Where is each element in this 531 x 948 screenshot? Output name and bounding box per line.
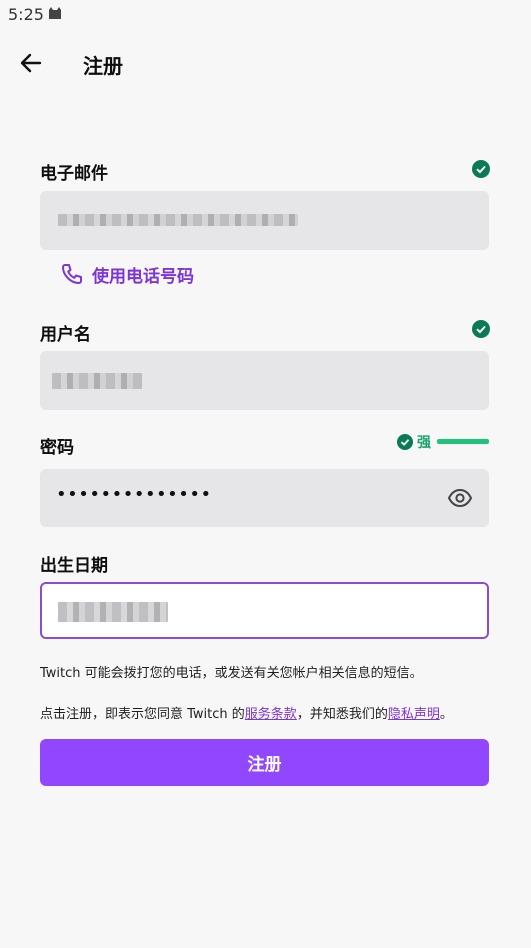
show-password-eye-icon[interactable] (447, 487, 473, 509)
password-strength: 强 (397, 432, 431, 452)
phone-icon (62, 264, 82, 284)
email-field[interactable] (40, 191, 489, 250)
cat-icon (49, 7, 61, 19)
terms-suffix: 。 (439, 707, 453, 722)
terms-of-service-link[interactable]: 服务条款 (245, 707, 297, 722)
privacy-notice-link[interactable]: 隐私声明 (388, 707, 440, 722)
register-button[interactable]: 注册 (40, 739, 489, 786)
username-field[interactable] (40, 351, 489, 410)
password-label: 密码 (40, 438, 74, 458)
back-arrow-icon (20, 53, 42, 73)
email-valid-check-icon (472, 160, 490, 178)
email-value-redacted (58, 214, 298, 226)
terms-prefix: 点击注册，即表示您同意 Twitch 的 (40, 707, 245, 722)
username-value-redacted (52, 373, 142, 389)
strength-check-icon (397, 434, 413, 450)
use-phone-link-label: 使用电话号码 (92, 266, 194, 287)
password-strength-bar (437, 439, 489, 444)
email-label: 电子邮件 (40, 164, 108, 184)
call-notice-text: Twitch 可能会拨打您的电话，或发送有关您帐户相关信息的短信。 (40, 666, 423, 681)
username-label: 用户名 (40, 325, 91, 345)
terms-middle: ，并知悉我们的 (296, 707, 388, 722)
birthdate-field[interactable] (40, 582, 489, 639)
back-button[interactable] (14, 46, 48, 80)
birthdate-label: 出生日期 (40, 556, 108, 576)
app-bar: 注册 (0, 38, 531, 86)
password-value: •••••••••••••• (56, 484, 212, 505)
username-valid-check-icon (472, 320, 490, 338)
terms-notice: 点击注册，即表示您同意 Twitch 的服务条款，并知悉我们的隐私声明。 (40, 703, 453, 722)
status-time: 5:25 (8, 5, 44, 24)
use-phone-link[interactable]: 使用电话号码 (60, 260, 194, 288)
register-button-label: 注册 (247, 755, 282, 775)
birthdate-value-redacted (58, 602, 168, 622)
status-bar: 5:25 (0, 0, 531, 30)
password-strength-text: 强 (417, 435, 431, 451)
page-title: 注册 (83, 54, 123, 78)
